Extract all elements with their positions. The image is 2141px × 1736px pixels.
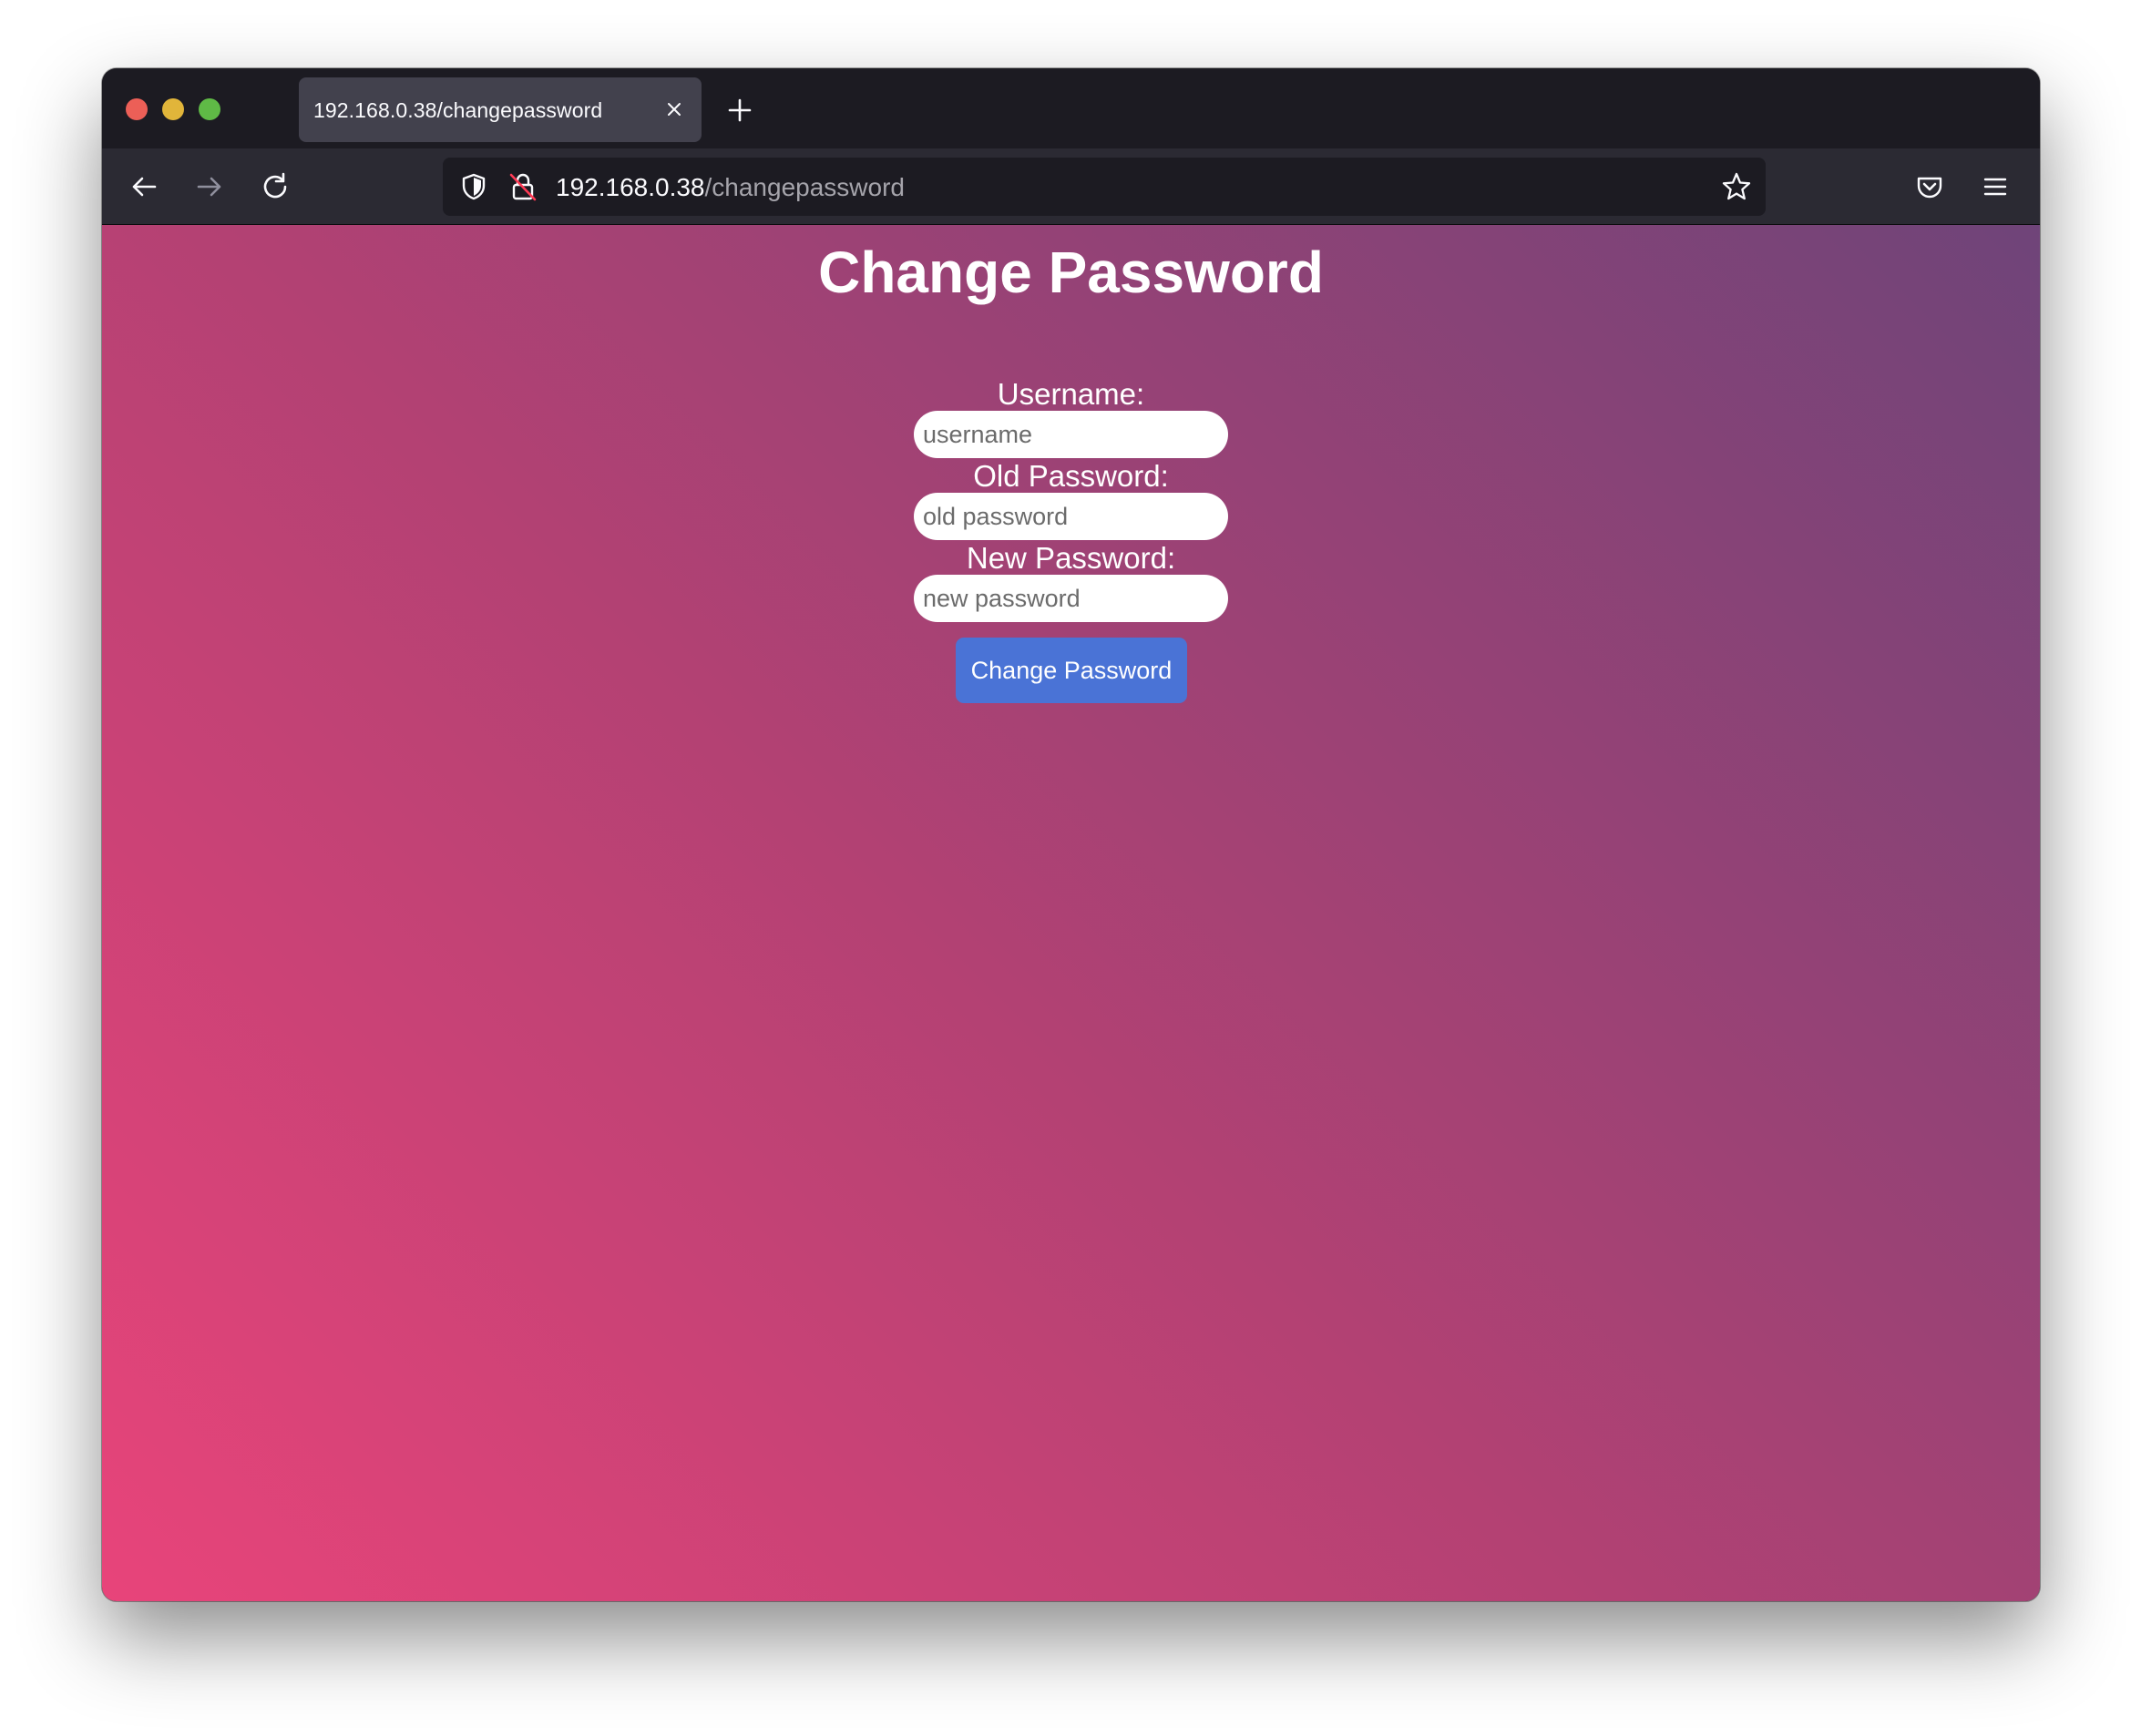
- arrow-right-icon[interactable]: [193, 170, 226, 203]
- change-password-button[interactable]: Change Password: [956, 638, 1187, 703]
- new-password-input[interactable]: [914, 575, 1228, 622]
- url-host: 192.168.0.38: [556, 173, 705, 201]
- reload-icon[interactable]: [259, 170, 292, 203]
- shield-icon[interactable]: [457, 170, 490, 203]
- old-password-label: Old Password:: [973, 459, 1169, 493]
- title-bar: 192.168.0.38/changepassword: [102, 68, 2040, 148]
- browser-tab[interactable]: 192.168.0.38/changepassword: [299, 77, 702, 142]
- minimize-window-button[interactable]: [162, 98, 184, 120]
- pocket-icon[interactable]: [1913, 170, 1946, 203]
- url-text[interactable]: 192.168.0.38/changepassword: [556, 173, 905, 202]
- url-path: /changepassword: [704, 173, 905, 201]
- address-bar[interactable]: 192.168.0.38/changepassword: [443, 158, 1766, 216]
- page-content: Change Password Username: Old Password: …: [102, 225, 2040, 1601]
- close-window-button[interactable]: [126, 98, 148, 120]
- hamburger-menu-icon[interactable]: [1979, 170, 2012, 203]
- browser-window: 192.168.0.38/changepassword 192.168.0.38…: [102, 68, 2040, 1601]
- username-input[interactable]: [914, 411, 1228, 458]
- tab-title: 192.168.0.38/changepassword: [313, 98, 603, 122]
- star-icon[interactable]: [1720, 170, 1753, 203]
- insecure-lock-icon[interactable]: [507, 170, 539, 203]
- page-title: Change Password: [818, 240, 1324, 305]
- plus-icon[interactable]: [725, 96, 754, 125]
- arrow-left-icon[interactable]: [128, 170, 160, 203]
- username-label: Username:: [997, 377, 1145, 411]
- navigation-bar: 192.168.0.38/changepassword: [102, 148, 2040, 225]
- close-icon[interactable]: [661, 97, 687, 122]
- new-password-label: New Password:: [966, 541, 1176, 575]
- maximize-window-button[interactable]: [199, 98, 220, 120]
- old-password-input[interactable]: [914, 493, 1228, 540]
